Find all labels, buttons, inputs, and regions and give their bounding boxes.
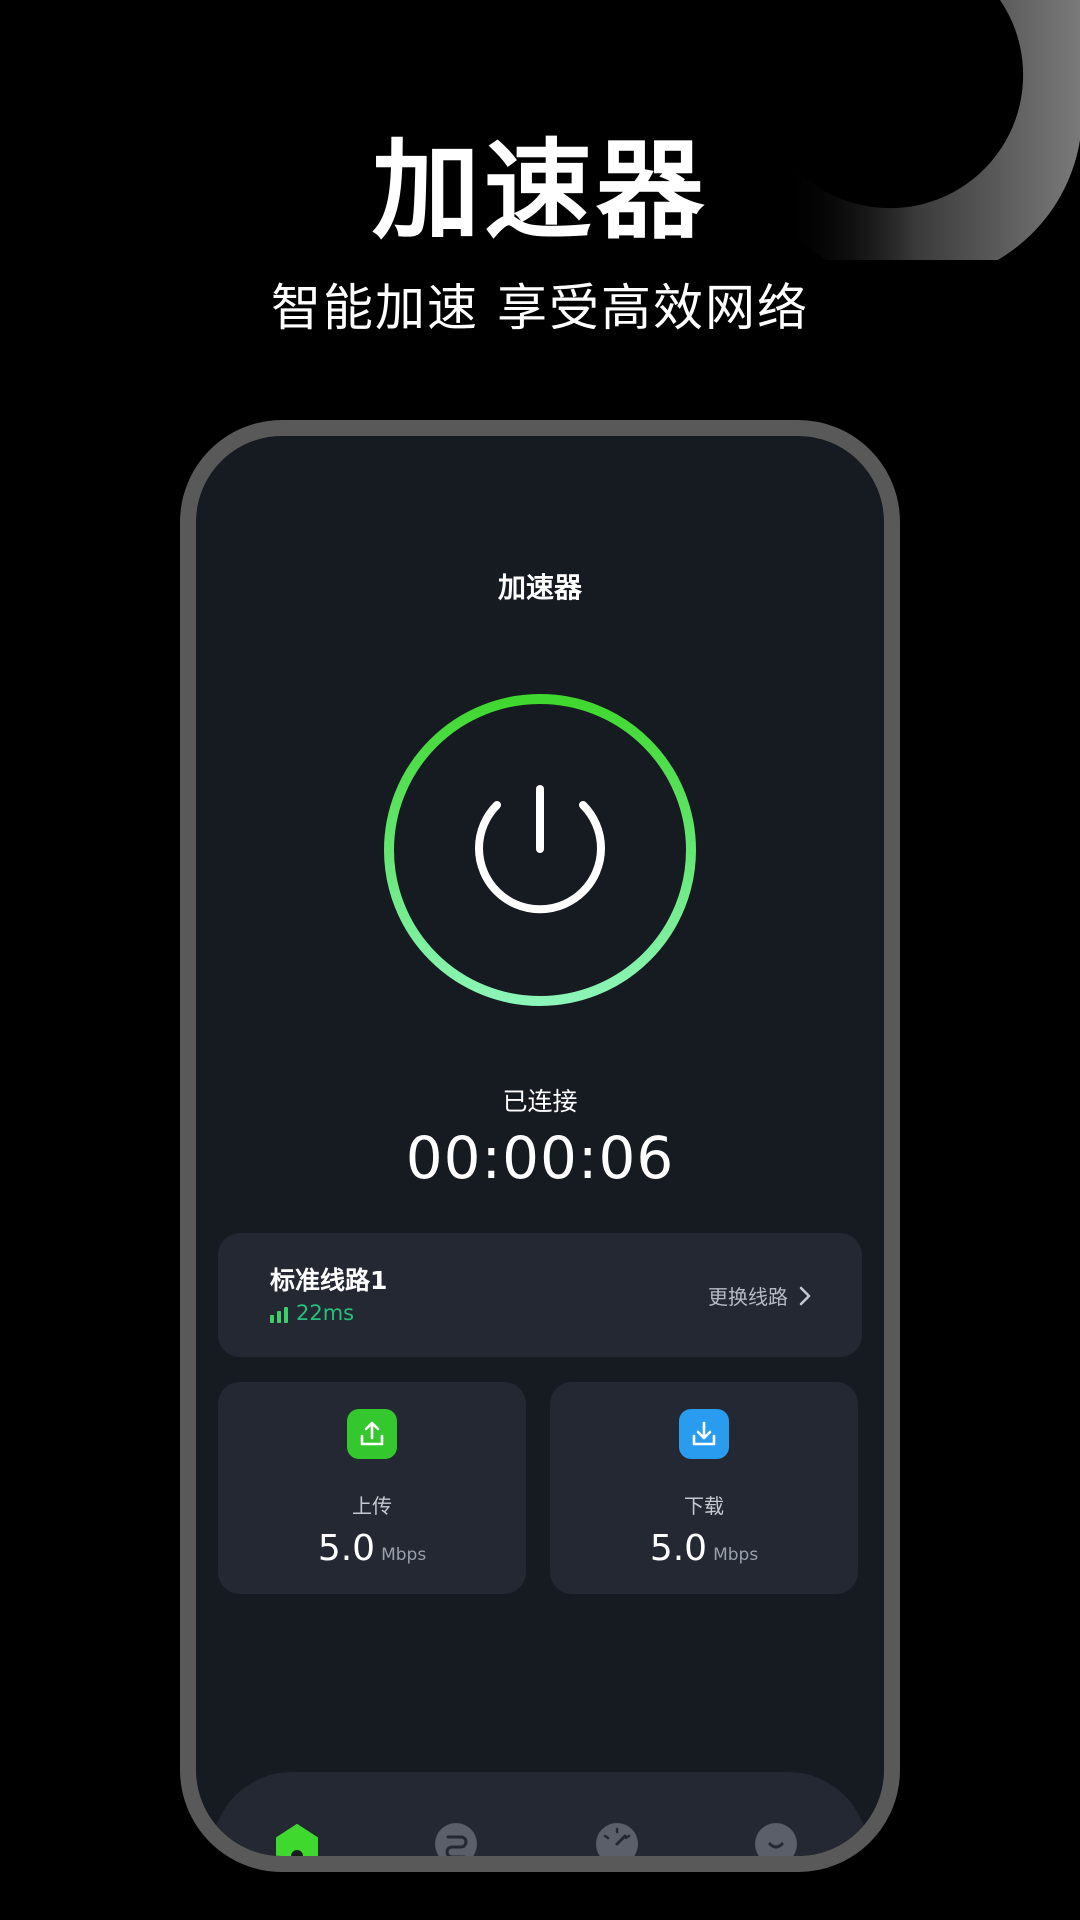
upload-icon: [347, 1409, 397, 1459]
upload-speed-unit: Mbps: [381, 1545, 427, 1565]
power-icon: [475, 785, 605, 914]
upload-speed-card: 上传 5.0 Mbps: [218, 1382, 526, 1594]
app-title: 加速器: [497, 571, 582, 604]
download-speed-card: 下载 5.0 Mbps: [550, 1382, 858, 1594]
connection-status: 已连接: [502, 1087, 578, 1116]
switch-route-label: 更换线路: [708, 1285, 788, 1309]
download-speed: 5.0 Mbps: [550, 1528, 858, 1569]
home-icon: [276, 1824, 318, 1856]
download-speed-value: 5.0: [649, 1528, 708, 1569]
route-icon: [435, 1823, 477, 1856]
profile-icon: [755, 1823, 797, 1856]
nav-profile[interactable]: [754, 1822, 798, 1856]
switch-route-button[interactable]: 更换线路: [708, 1281, 812, 1310]
upload-speed: 5.0 Mbps: [218, 1528, 526, 1569]
connection-timer: 00:00:06: [405, 1124, 675, 1192]
app-screen: 加速器 已连接 00:00:06 标准线路1 22ms 更换线路 上传 5.0 …: [196, 436, 884, 1856]
download-label: 下载: [684, 1494, 724, 1518]
promo-subtitle: 智能加速 享受高效网络: [271, 279, 809, 337]
signal-bars-icon: [270, 1307, 288, 1323]
nav-home[interactable]: [275, 1822, 319, 1856]
upload-label: 上传: [352, 1494, 392, 1518]
chevron-right-icon: [799, 1286, 811, 1305]
upload-speed-value: 5.0: [317, 1528, 376, 1569]
power-button[interactable]: [383, 693, 697, 1007]
nav-route[interactable]: [434, 1822, 478, 1856]
route-card[interactable]: 标准线路1 22ms 更换线路: [218, 1233, 862, 1357]
promo-title: 加速器: [371, 129, 708, 254]
download-icon: [679, 1409, 729, 1459]
nav-speedtest[interactable]: [595, 1822, 639, 1856]
bottom-nav: [212, 1772, 868, 1856]
phone-mockup: 加速器 已连接 00:00:06 标准线路1 22ms 更换线路 上传 5.0 …: [180, 420, 900, 1872]
route-latency: 22ms: [296, 1301, 355, 1325]
promo-page: 加速器 智能加速 享受高效网络 加速器 已连接 00:00:06 标准线路1 2…: [0, 0, 1080, 1920]
route-name: 标准线路1: [270, 1266, 388, 1295]
power-ring: [384, 694, 696, 1006]
download-speed-unit: Mbps: [713, 1545, 759, 1565]
speedometer-icon: [596, 1823, 638, 1856]
